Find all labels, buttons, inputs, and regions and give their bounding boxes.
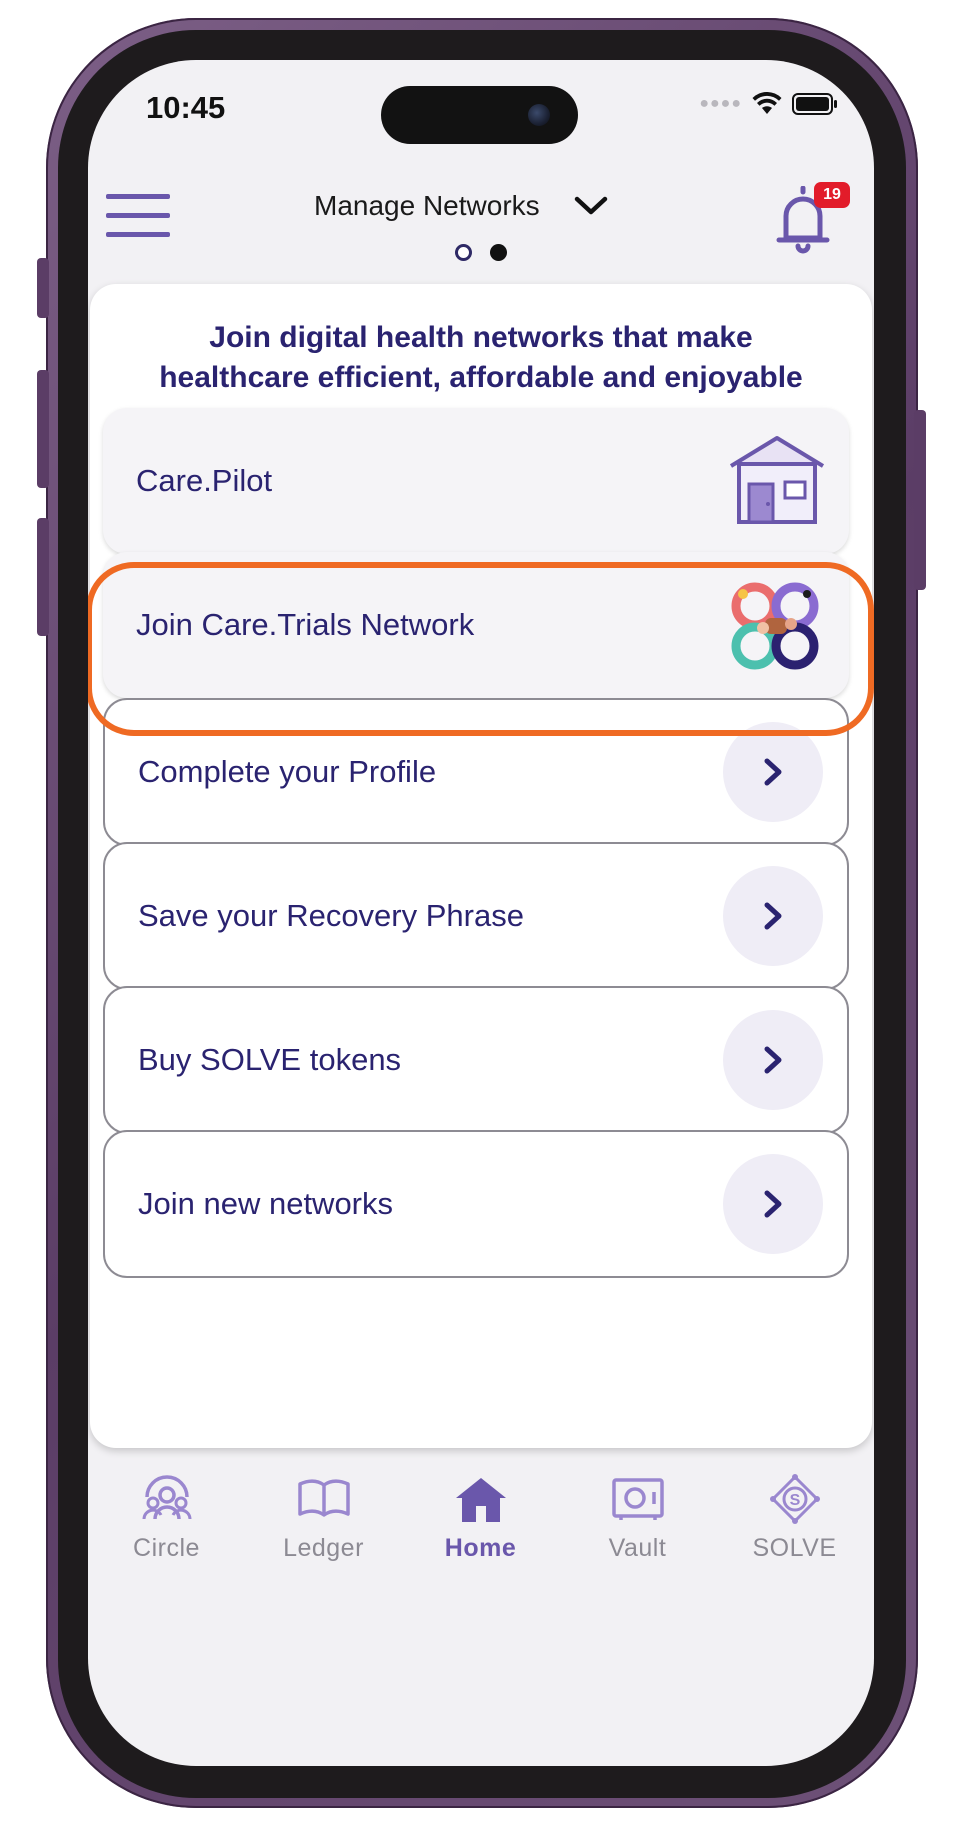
house-icon [729,436,825,524]
recovery-phrase-label: Save your Recovery Phrase [138,898,524,933]
volume-up-button [37,370,49,488]
status-indicators: ●●●● [699,92,838,116]
care-trials-label: Join Care.Trials Network [136,607,475,642]
silent-switch [37,258,49,318]
header-title: Manage Networks [314,190,540,221]
care-trials-logo-icon [731,582,819,670]
tab-vault[interactable]: Vault [559,1470,716,1620]
tab-circle-label: Circle [133,1534,200,1562]
power-button [914,410,926,590]
bottom-tab-bar: Circle Ledger Home Vault S SOLVE [88,1470,874,1620]
tab-home-label: Home [444,1534,517,1562]
page-dot-inactive[interactable] [455,244,472,261]
chevron-down-icon [574,196,607,215]
cellular-signal-icon: ●●●● [699,95,742,112]
complete-profile-arrow-button[interactable] [723,722,823,822]
notification-count-badge: 19 [814,182,850,208]
buy-solve-arrow-button[interactable] [723,1010,823,1110]
home-icon [455,1478,506,1522]
chevron-right-icon [764,902,782,930]
join-networks-tile[interactable]: Join new networks [103,1130,849,1278]
buy-solve-tile[interactable]: Buy SOLVE tokens [103,986,849,1134]
tab-vault-label: Vault [608,1534,667,1562]
solve-token-icon: S [769,1474,820,1524]
recovery-phrase-tile[interactable]: Save your Recovery Phrase [103,842,849,990]
circle-people-icon [142,1475,191,1520]
join-networks-label: Join new networks [138,1186,394,1221]
chevron-right-icon [764,1190,782,1218]
vault-icon [611,1478,664,1520]
card-heading-line-1: Join digital health networks that make [209,321,753,354]
card-heading-line-2: healthcare efficient, affordable and enj… [159,361,803,394]
status-time: 10:45 [146,90,226,125]
book-icon [297,1479,350,1517]
chevron-right-icon [764,1046,782,1074]
networks-card: Join digital health networks that make h… [90,284,872,1448]
recovery-phrase-arrow-button[interactable] [723,866,823,966]
svg-text:S: S [789,1492,800,1509]
dynamic-island [381,86,578,144]
phone-screen: 10:45 ●●●● Manage Networks 19 Join digit… [88,60,874,1766]
tab-circle[interactable]: Circle [88,1470,245,1620]
chevron-right-icon [764,758,782,786]
buy-solve-label: Buy SOLVE tokens [138,1042,402,1077]
tab-solve-label: SOLVE [752,1534,837,1562]
card-heading: Join digital health networks that make h… [90,318,872,398]
tab-ledger-label: Ledger [283,1534,364,1562]
complete-profile-label: Complete your Profile [138,754,437,789]
join-networks-arrow-button[interactable] [723,1154,823,1254]
wifi-icon [752,92,782,114]
page-dot-active[interactable] [490,244,507,261]
complete-profile-tile[interactable]: Complete your Profile [103,698,849,846]
hamburger-menu-icon[interactable] [106,194,170,238]
battery-icon [792,93,837,115]
care-pilot-label: Care.Pilot [136,463,273,498]
page-indicator [88,244,874,261]
tab-home[interactable]: Home [402,1470,559,1620]
tab-ledger[interactable]: Ledger [245,1470,402,1620]
tab-solve[interactable]: S SOLVE [716,1470,873,1620]
volume-down-button [37,518,49,636]
care-pilot-tile[interactable]: Care.Pilot [103,408,849,554]
front-camera-icon [528,104,550,126]
care-trials-tile[interactable]: Join Care.Trials Network [103,552,849,698]
network-selector[interactable]: Manage Networks [314,190,608,222]
